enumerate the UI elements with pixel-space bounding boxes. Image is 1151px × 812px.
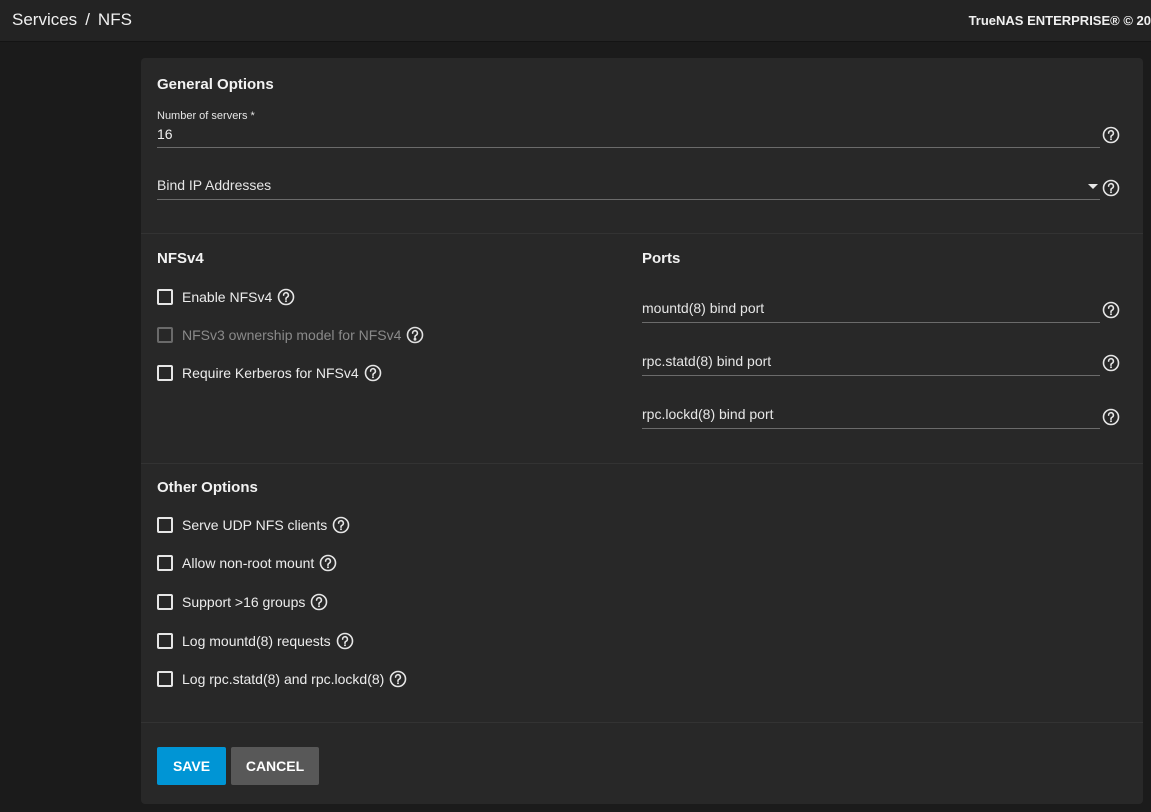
checkbox-box[interactable] — [157, 289, 173, 305]
help-icon[interactable] — [364, 364, 382, 382]
require-kerberos-checkbox[interactable]: Require Kerberos for NFSv4 — [157, 363, 382, 383]
rpc-lockd-bind-port-field[interactable]: rpc.lockd(8) bind port — [642, 398, 1100, 429]
help-icon[interactable] — [1102, 126, 1120, 144]
help-icon[interactable] — [277, 288, 295, 306]
help-icon[interactable] — [336, 632, 354, 650]
bind-ip-addresses-label: Bind IP Addresses — [157, 177, 272, 193]
checkbox-box[interactable] — [157, 594, 173, 610]
nfsv3-ownership-checkbox: NFSv3 ownership model for NFSv4 — [157, 325, 424, 345]
help-icon[interactable] — [319, 554, 337, 572]
serve-udp-label: Serve UDP NFS clients — [182, 517, 328, 533]
log-mountd-checkbox[interactable]: Log mountd(8) requests — [157, 631, 354, 651]
checkbox-box[interactable] — [157, 517, 173, 533]
checkbox-box[interactable] — [157, 365, 173, 381]
mountd-bind-port-field[interactable]: mountd(8) bind port — [642, 292, 1100, 323]
number-of-servers-label: Number of servers * — [157, 110, 255, 122]
allow-non-root-checkbox[interactable]: Allow non-root mount — [157, 553, 337, 573]
checkbox-box[interactable] — [157, 671, 173, 687]
breadcrumb: Services / NFS — [12, 10, 132, 30]
breadcrumb-services-link[interactable]: Services — [12, 10, 77, 29]
mountd-bind-port-label: mountd(8) bind port — [642, 300, 765, 316]
breadcrumb-separator: / — [85, 10, 90, 29]
cancel-button[interactable]: CANCEL — [231, 747, 319, 785]
help-icon[interactable] — [310, 593, 328, 611]
top-bar: Services / NFS TrueNAS ENTERPRISE® © 20 — [0, 0, 1151, 42]
nfsv3-ownership-label: NFSv3 ownership model for NFSv4 — [182, 327, 402, 343]
log-statd-lockd-checkbox[interactable]: Log rpc.statd(8) and rpc.lockd(8) — [157, 669, 407, 689]
checkbox-box[interactable] — [157, 555, 173, 571]
ports-title: Ports — [642, 250, 681, 267]
log-mountd-label: Log mountd(8) requests — [182, 633, 331, 649]
checkbox-box[interactable] — [157, 633, 173, 649]
bind-ip-addresses-select[interactable]: Bind IP Addresses — [157, 166, 1100, 200]
help-icon[interactable] — [1102, 408, 1120, 426]
help-icon[interactable] — [1102, 354, 1120, 372]
support-16-groups-checkbox[interactable]: Support >16 groups — [157, 592, 328, 612]
nfsv4-title: NFSv4 — [157, 250, 204, 267]
nfs-settings-card: General Options Number of servers * 16 B… — [141, 58, 1143, 804]
brand-copyright: TrueNAS ENTERPRISE® © 20 — [968, 13, 1151, 28]
help-icon[interactable] — [1102, 301, 1120, 319]
support-16-groups-label: Support >16 groups — [182, 594, 306, 610]
rpc-statd-bind-port-label: rpc.statd(8) bind port — [642, 353, 772, 369]
enable-nfsv4-label: Enable NFSv4 — [182, 289, 273, 305]
log-statd-lockd-label: Log rpc.statd(8) and rpc.lockd(8) — [182, 671, 385, 687]
other-options-title: Other Options — [157, 479, 258, 496]
help-icon[interactable] — [1102, 179, 1120, 197]
checkbox-box — [157, 327, 173, 343]
enable-nfsv4-checkbox[interactable]: Enable NFSv4 — [157, 287, 295, 307]
allow-non-root-label: Allow non-root mount — [182, 555, 315, 571]
number-of-servers-input[interactable]: 16 — [157, 126, 173, 142]
serve-udp-checkbox[interactable]: Serve UDP NFS clients — [157, 515, 350, 535]
chevron-down-icon[interactable] — [1088, 184, 1098, 189]
rpc-statd-bind-port-field[interactable]: rpc.statd(8) bind port — [642, 345, 1100, 376]
number-of-servers-field[interactable]: Number of servers * 16 — [157, 110, 1100, 148]
section-divider — [141, 463, 1143, 464]
help-icon[interactable] — [389, 670, 407, 688]
help-icon[interactable] — [332, 516, 350, 534]
require-kerberos-label: Require Kerberos for NFSv4 — [182, 365, 359, 381]
section-divider — [141, 722, 1143, 723]
breadcrumb-current: NFS — [97, 10, 132, 29]
save-button[interactable]: SAVE — [157, 747, 226, 785]
rpc-lockd-bind-port-label: rpc.lockd(8) bind port — [642, 406, 774, 422]
help-icon[interactable] — [406, 326, 424, 344]
section-divider — [141, 233, 1143, 234]
general-options-title: General Options — [157, 76, 274, 93]
